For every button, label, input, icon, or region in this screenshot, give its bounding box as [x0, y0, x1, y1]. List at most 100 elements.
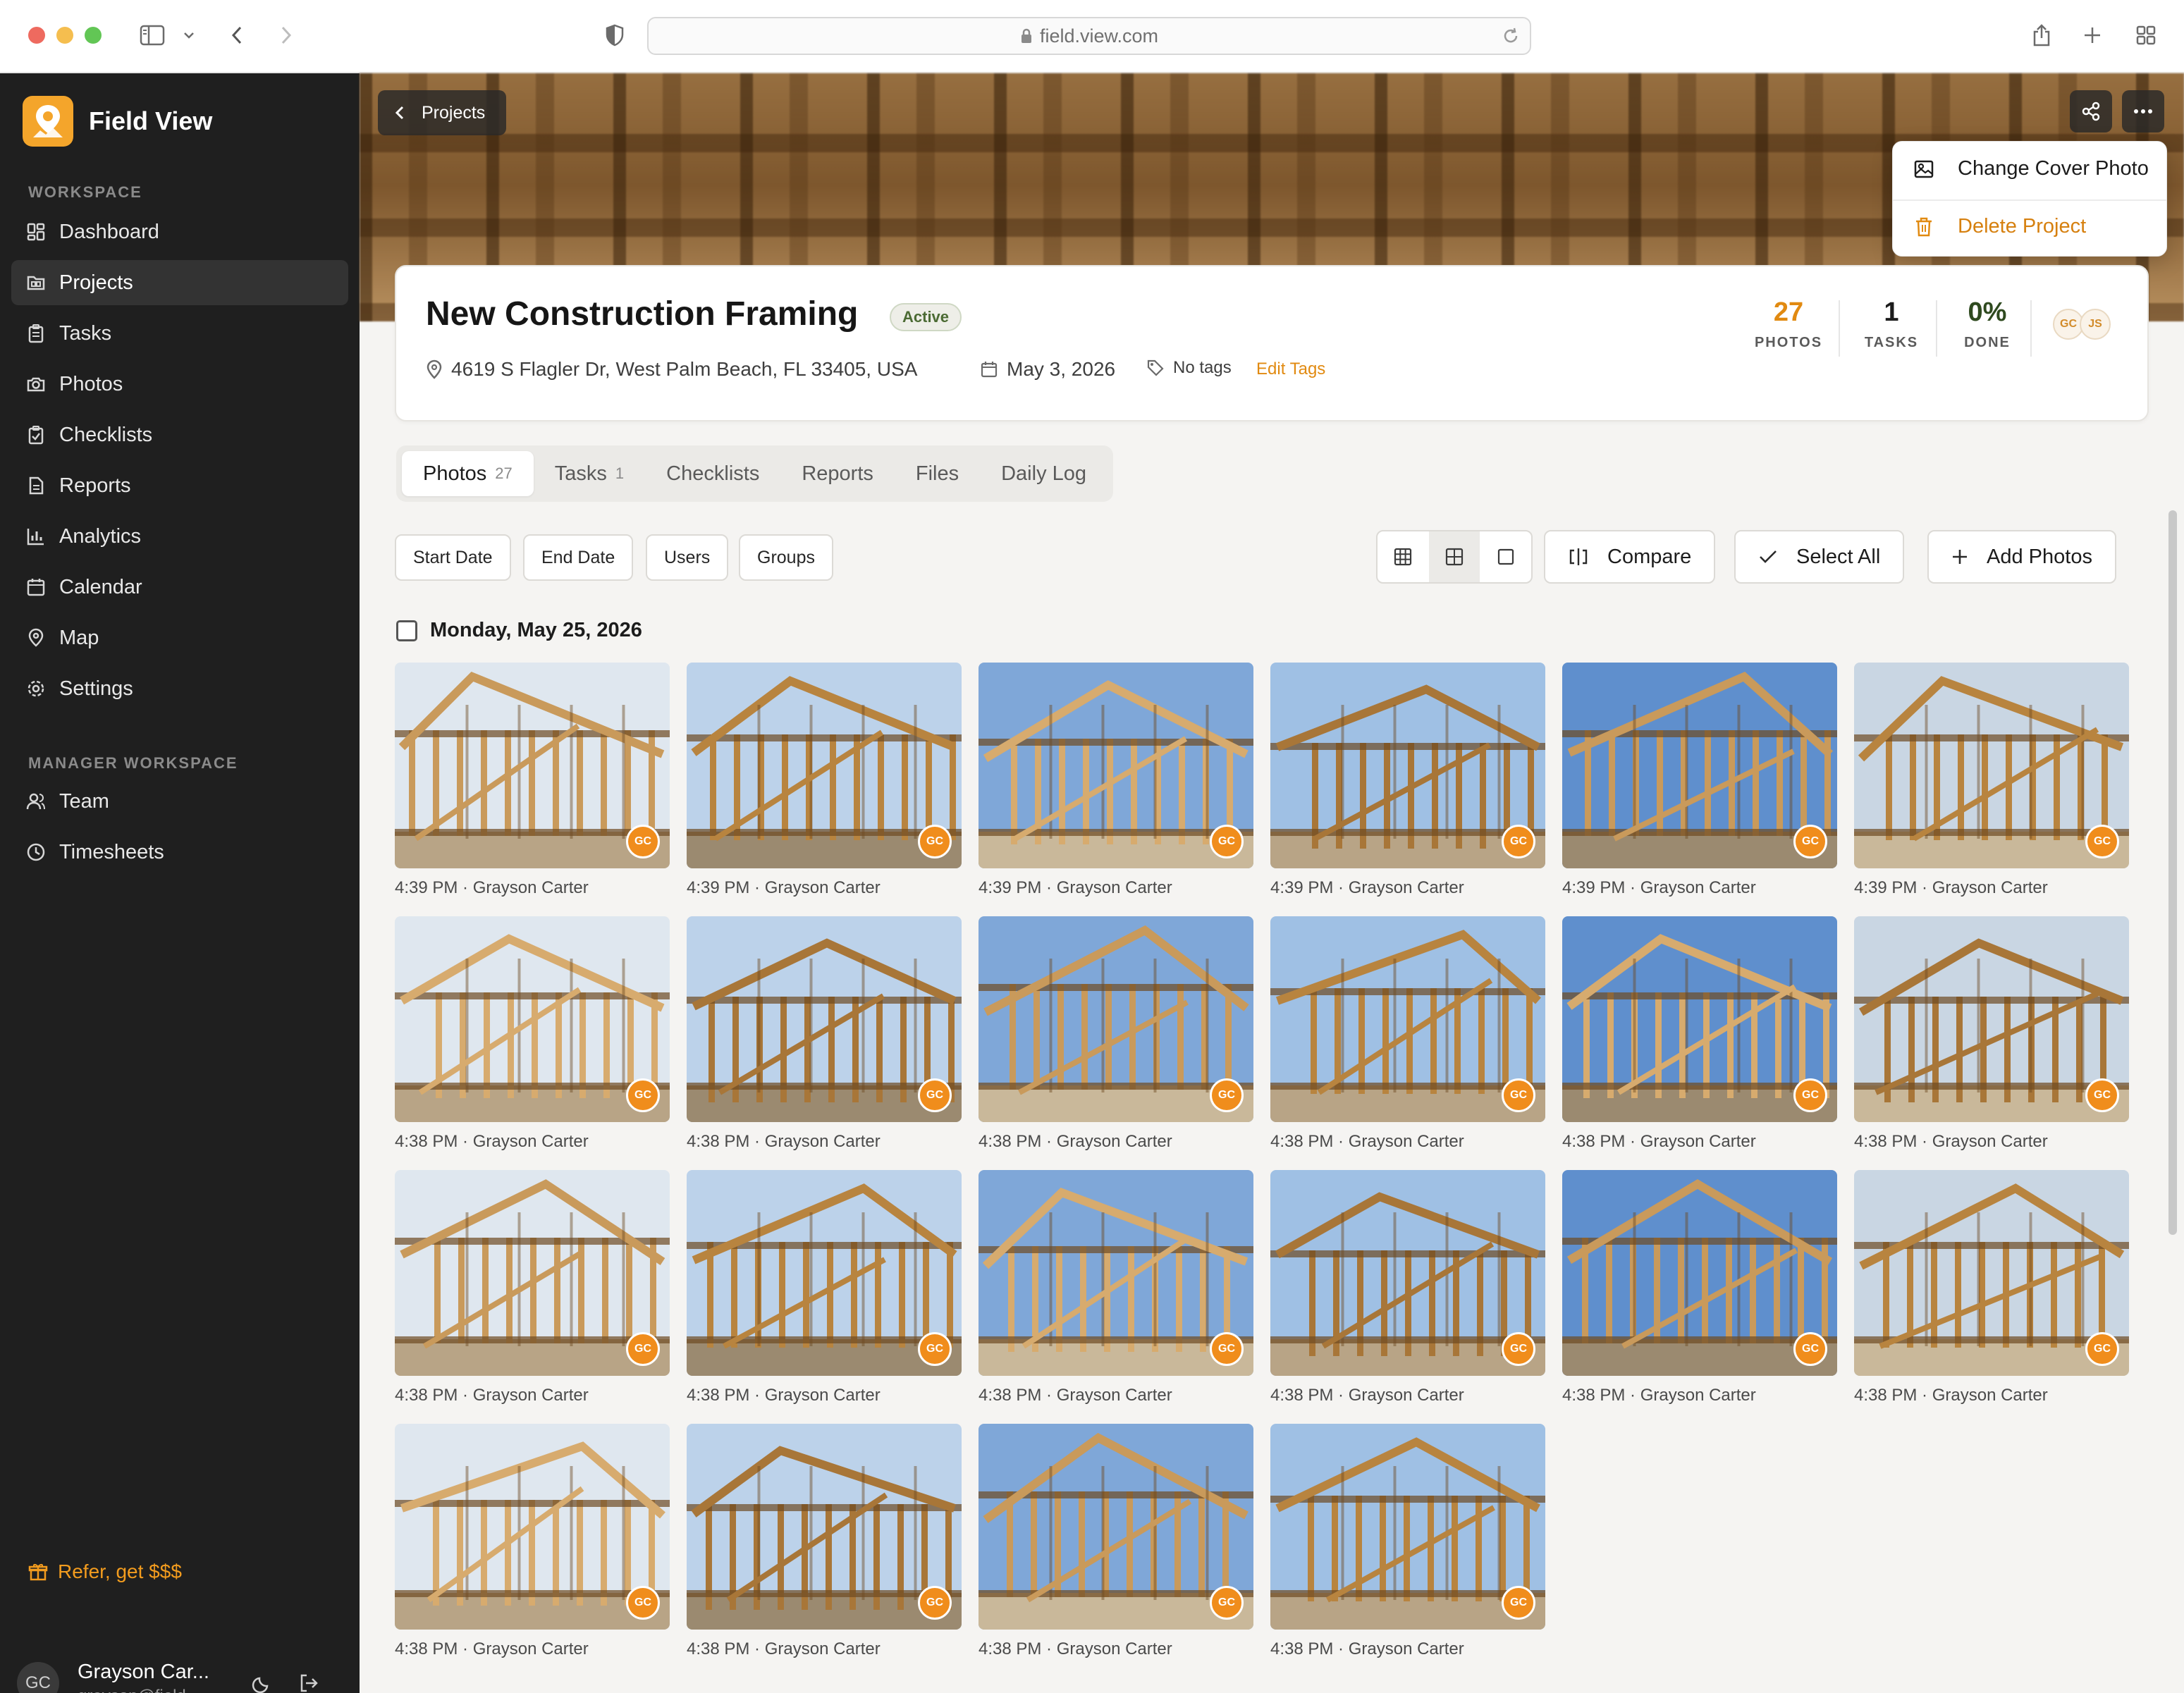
privacy-shield-icon[interactable] — [601, 21, 629, 49]
sidebar-item-tasks[interactable]: Tasks — [11, 311, 348, 356]
photo-card[interactable]: GC 4:38 PM · Grayson Carter — [1270, 1424, 1545, 1659]
photo-card[interactable]: GC 4:38 PM · Grayson Carter — [978, 1424, 1253, 1659]
sidebar-item-map[interactable]: Map — [11, 615, 348, 660]
medium-grid-view-button[interactable] — [1428, 531, 1480, 582]
project-members[interactable]: GC JS — [2053, 309, 2111, 340]
tab-tasks[interactable]: Tasks 1 — [534, 451, 645, 496]
photo-card[interactable]: GC 4:39 PM · Grayson Carter — [1562, 663, 1837, 898]
photo-card[interactable]: GC 4:38 PM · Grayson Carter — [1270, 916, 1545, 1152]
photo-card[interactable]: GC 4:38 PM · Grayson Carter — [395, 1170, 670, 1405]
sidebar-item-reports[interactable]: Reports — [11, 463, 348, 508]
photo-thumbnail[interactable]: GC — [1562, 1170, 1837, 1376]
photo-thumbnail[interactable]: GC — [1270, 663, 1545, 868]
select-day-checkbox[interactable] — [396, 620, 417, 641]
new-tab-icon[interactable] — [2078, 21, 2106, 49]
window-minimize-button[interactable] — [56, 27, 73, 44]
groups-filter[interactable]: Groups — [739, 534, 833, 581]
photo-card[interactable]: GC 4:38 PM · Grayson Carter — [395, 1424, 670, 1659]
chevron-down-icon[interactable] — [175, 21, 203, 49]
refer-link[interactable]: Refer, get $$$ — [28, 1560, 182, 1583]
share-icon[interactable] — [2027, 21, 2056, 49]
photo-card[interactable]: GC 4:38 PM · Grayson Carter — [395, 916, 670, 1152]
calendar-icon — [24, 575, 48, 599]
photo-card[interactable]: GC 4:39 PM · Grayson Carter — [395, 663, 670, 898]
sidebar-item-dashboard[interactable]: Dashboard — [11, 209, 348, 254]
photo-thumbnail[interactable]: GC — [1562, 663, 1837, 868]
photo-card[interactable]: GC 4:39 PM · Grayson Carter — [1854, 663, 2129, 898]
tab-overview-icon[interactable] — [2132, 21, 2160, 49]
photo-thumbnail[interactable]: GC — [1854, 663, 2129, 868]
select-all-button[interactable]: Select All — [1734, 530, 1905, 584]
forward-arrow-icon[interactable] — [272, 21, 300, 49]
photo-thumbnail[interactable]: GC — [687, 916, 962, 1122]
photo-thumbnail[interactable]: GC — [1270, 1170, 1545, 1376]
reload-icon[interactable] — [1502, 27, 1520, 45]
sidebar-item-projects[interactable]: Projects — [11, 260, 348, 305]
window-maximize-button[interactable] — [85, 27, 102, 44]
start-date-filter[interactable]: Start Date — [395, 534, 511, 581]
photo-thumbnail[interactable]: GC — [687, 1424, 962, 1630]
photo-thumbnail[interactable]: GC — [1854, 1170, 2129, 1376]
moon-icon[interactable] — [245, 1666, 279, 1693]
compare-button[interactable]: Compare — [1544, 530, 1716, 584]
more-options-button[interactable] — [2122, 90, 2164, 133]
photo-thumbnail[interactable]: GC — [978, 916, 1253, 1122]
photo-card[interactable]: GC 4:38 PM · Grayson Carter — [978, 916, 1253, 1152]
tab-reports[interactable]: Reports — [780, 451, 895, 496]
photo-thumbnail[interactable]: GC — [395, 663, 670, 868]
photo-thumbnail[interactable]: GC — [687, 1170, 962, 1376]
photo-thumbnail[interactable]: GC — [978, 663, 1253, 868]
sidebar-item-photos[interactable]: Photos — [11, 362, 348, 407]
photo-thumbnail[interactable]: GC — [687, 663, 962, 868]
sidebar-item-team[interactable]: Team — [11, 779, 348, 824]
photo-thumbnail[interactable]: GC — [395, 916, 670, 1122]
photo-thumbnail[interactable]: GC — [978, 1170, 1253, 1376]
photo-thumbnail[interactable]: GC — [1854, 916, 2129, 1122]
photo-card[interactable]: GC 4:39 PM · Grayson Carter — [978, 663, 1253, 898]
vertical-scrollbar[interactable] — [2168, 510, 2177, 1235]
user-profile[interactable]: GC Grayson Car... grayson@field-... — [17, 1649, 348, 1693]
window-close-button[interactable] — [28, 27, 45, 44]
end-date-filter[interactable]: End Date — [523, 534, 634, 581]
tab-photos[interactable]: Photos 27 — [402, 451, 534, 496]
photo-card[interactable]: GC 4:38 PM · Grayson Carter — [1854, 916, 2129, 1152]
photo-thumbnail[interactable]: GC — [1562, 916, 1837, 1122]
edit-tags-link[interactable]: Edit Tags — [1256, 359, 1325, 379]
photo-card[interactable]: GC 4:39 PM · Grayson Carter — [687, 663, 962, 898]
photo-thumbnail[interactable]: GC — [1270, 916, 1545, 1122]
tab-daily-log[interactable]: Daily Log — [980, 451, 1108, 496]
tab-checklists[interactable]: Checklists — [645, 451, 780, 496]
back-arrow-icon[interactable] — [223, 21, 251, 49]
photo-card[interactable]: GC 4:38 PM · Grayson Carter — [1562, 916, 1837, 1152]
brand[interactable]: Field View — [23, 96, 212, 147]
delete-project-item[interactable]: Delete Project — [1911, 215, 2086, 238]
sidebar-item-settings[interactable]: Settings — [11, 666, 348, 711]
photo-thumbnail[interactable]: GC — [395, 1170, 670, 1376]
address-bar[interactable]: field.view.com — [647, 17, 1531, 55]
sidebar-item-analytics[interactable]: Analytics — [11, 514, 348, 559]
sidebar-item-timesheets[interactable]: Timesheets — [11, 830, 348, 875]
sidebar-item-calendar[interactable]: Calendar — [11, 565, 348, 610]
add-photos-button[interactable]: Add Photos — [1927, 530, 2116, 584]
photo-card[interactable]: GC 4:38 PM · Grayson Carter — [1270, 1170, 1545, 1405]
sidebar-item-checklists[interactable]: Checklists — [11, 412, 348, 457]
photo-card[interactable]: GC 4:38 PM · Grayson Carter — [978, 1170, 1253, 1405]
large-view-button[interactable] — [1480, 531, 1531, 582]
photo-thumbnail[interactable]: GC — [395, 1424, 670, 1630]
photo-card[interactable]: GC 4:38 PM · Grayson Carter — [687, 916, 962, 1152]
share-project-button[interactable] — [2070, 90, 2112, 133]
photo-thumbnail[interactable]: GC — [1270, 1424, 1545, 1630]
change-cover-photo-item[interactable]: Change Cover Photo — [1911, 157, 2149, 180]
photo-card[interactable]: GC 4:39 PM · Grayson Carter — [1270, 663, 1545, 898]
photo-card[interactable]: GC 4:38 PM · Grayson Carter — [1562, 1170, 1837, 1405]
tab-files[interactable]: Files — [895, 451, 980, 496]
back-to-projects-button[interactable]: Projects — [378, 90, 507, 135]
photo-card[interactable]: GC 4:38 PM · Grayson Carter — [687, 1170, 962, 1405]
logout-icon[interactable] — [292, 1666, 326, 1693]
photo-card[interactable]: GC 4:38 PM · Grayson Carter — [687, 1424, 962, 1659]
photo-thumbnail[interactable]: GC — [978, 1424, 1253, 1630]
small-grid-view-button[interactable] — [1378, 531, 1429, 582]
users-filter[interactable]: Users — [646, 534, 729, 581]
sidebar-toggle-icon[interactable] — [138, 21, 166, 49]
photo-card[interactable]: GC 4:38 PM · Grayson Carter — [1854, 1170, 2129, 1405]
